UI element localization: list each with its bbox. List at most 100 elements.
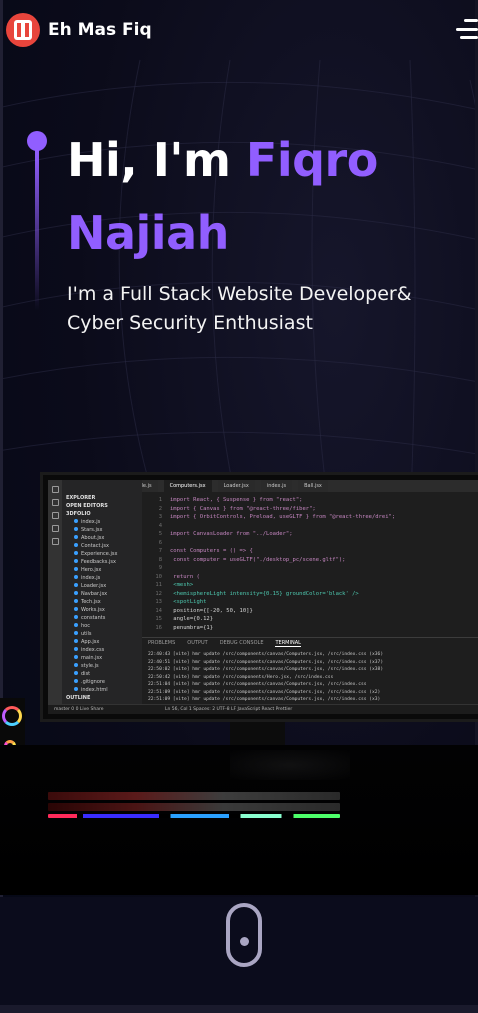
explorer-file: style.js — [62, 662, 142, 670]
logo-h-icon[interactable] — [6, 13, 40, 47]
search-icon — [51, 499, 59, 506]
file-icon — [74, 535, 78, 539]
terminal-line: 22:51:09 [vite] hmr update /src/componen… — [148, 689, 381, 695]
line-number: 2 — [158, 505, 162, 512]
hero-accent-line — [35, 150, 39, 310]
code-text: import CanvasLoader from "../Loader"; — [170, 531, 293, 537]
file-icon — [74, 583, 78, 587]
lamp-glow — [230, 750, 350, 780]
explorer-file: Loader.jsx — [62, 582, 142, 590]
rgb-keyboard — [48, 792, 340, 832]
hero-accent-dot — [27, 131, 47, 151]
hero-title: Hi, I'm Fiqro Najiah — [67, 124, 467, 270]
code-text: angle={0.12} — [170, 616, 214, 622]
explorer-file-name: About.jsx — [81, 535, 105, 541]
code-line: 10 return ( — [148, 573, 478, 582]
panel-tab: PROBLEMS — [148, 640, 176, 646]
explorer-file: Works.jsx — [62, 606, 142, 614]
file-icon — [74, 519, 78, 523]
explorer-file: index.js — [62, 518, 142, 526]
explorer-file-name: main.jsx — [81, 655, 103, 661]
explorer-file-name: Experience.jsx — [81, 551, 118, 557]
line-number: 8 — [158, 556, 162, 563]
explorer-file: Hero.jsx — [62, 566, 142, 574]
explorer-file-name: index.js — [81, 575, 101, 581]
file-icon — [74, 639, 78, 643]
terminal-panel: PROBLEMS OUTPUT DEBUG CONSOLE TERMINAL 2… — [142, 637, 478, 704]
logo-glyph — [14, 20, 32, 40]
code-text: penumbra={1} — [170, 624, 214, 631]
editor-tab-active: Computers.jsx — [163, 480, 212, 492]
explorer-file-name: hoc — [81, 623, 90, 629]
code-text: <spotLight — [170, 599, 207, 605]
explorer-file: Tech.jsx — [62, 598, 142, 606]
explorer-file: utils — [62, 630, 142, 638]
source-control-icon — [51, 512, 59, 519]
code-text: const computer = useGLTF("./desktop_pc/s… — [170, 556, 346, 563]
code-line: 8 const computer = useGLTF("./desktop_pc… — [148, 556, 478, 565]
explorer-file-name: index.css — [81, 647, 105, 653]
activity-bar — [48, 480, 62, 704]
status-left: master 0 0 Live Share — [54, 707, 104, 712]
panel-tabs: PROBLEMS OUTPUT DEBUG CONSOLE TERMINAL — [148, 640, 472, 647]
explorer-file-name: Loader.jsx — [81, 583, 107, 589]
menu-bar — [456, 27, 478, 31]
editor-tab: Loader.jsx — [217, 480, 255, 492]
explorer-file-name: constants — [81, 615, 106, 621]
explorer-file-name: index.js — [81, 519, 101, 525]
code-text: const Computers = () => { — [170, 548, 253, 554]
explorer-file-name: Feedbacks.jsx — [81, 559, 116, 565]
file-icon — [74, 687, 78, 691]
explorer-title: EXPLORER — [66, 495, 96, 501]
hero-subtitle-line2: Cyber Security Enthusiast — [67, 312, 313, 334]
line-number: 5 — [158, 531, 162, 537]
explorer-file-name: style.js — [81, 663, 99, 669]
hero-greeting: Hi, I'm — [67, 133, 246, 187]
code-line: 16 penumbra={1} — [148, 624, 478, 633]
file-icon — [74, 607, 78, 611]
line-number: 9 — [158, 565, 162, 571]
line-number: 15 — [155, 616, 162, 622]
keyboard-row — [48, 803, 340, 811]
hero-name-last: Najiah — [67, 206, 229, 260]
explorer-file: Stars.jsx — [62, 526, 142, 534]
explorer-file: Contact.jsx — [62, 542, 142, 550]
explorer-file-name: .gitignore — [81, 679, 105, 685]
file-icon — [74, 591, 78, 595]
code-text: return ( — [170, 573, 200, 580]
file-icon — [74, 647, 78, 651]
code-line: 12 <hemisphereLight intensity={0.15} gro… — [148, 590, 478, 599]
explorer-file-name: dist — [81, 671, 91, 677]
explorer-file: Navbar.jsx — [62, 590, 142, 598]
brand-name[interactable]: Eh Mas Fiq — [48, 20, 152, 40]
file-icon — [74, 671, 78, 675]
file-icon — [74, 631, 78, 635]
hamburger-menu-icon[interactable] — [456, 19, 478, 39]
line-number: 3 — [158, 514, 162, 520]
explorer-file: constants — [62, 614, 142, 622]
code-line: 5 import CanvasLoader from "../Loader"; — [148, 530, 478, 539]
file-icon — [74, 615, 78, 619]
code-line: 1 import React, { Suspense } from "react"… — [148, 496, 478, 505]
hero-subtitle: I'm a Full Stack Website Developer& Cybe… — [67, 280, 467, 338]
code-line: 7 const Computers = () => { — [148, 547, 478, 556]
line-number: 11 — [155, 582, 162, 588]
file-explorer: EXPLORER OPEN EDITORS 3DFOLIO index.js St… — [62, 480, 142, 704]
line-number: 1 — [158, 497, 162, 503]
explorer-section: OPEN EDITORS — [66, 503, 108, 509]
terminal-line: 22:51:09 [vite] hmr update /src/componen… — [148, 697, 381, 702]
computer-scene[interactable]: style.js Computers.jsx Loader.jsx index.… — [0, 470, 478, 900]
code-line: 11 <mesh> — [148, 581, 478, 590]
status-right: Ln 56, Col 1 Spaces: 2 UTF-8 LF JavaScri… — [164, 707, 293, 712]
monitor: style.js Computers.jsx Loader.jsx index.… — [40, 472, 478, 722]
panel-tab: OUTPUT — [187, 640, 208, 646]
menu-bar — [464, 19, 478, 22]
file-icon — [74, 679, 78, 683]
line-number: 14 — [155, 607, 162, 614]
explorer-file: main.jsx — [62, 654, 142, 662]
line-number: 12 — [155, 590, 162, 597]
code-text: import { OrbitControls, Preload, useGLTF… — [170, 514, 396, 520]
scroll-wheel — [240, 937, 249, 946]
files-icon — [51, 486, 59, 493]
mouse-scroll-icon[interactable] — [226, 903, 262, 967]
